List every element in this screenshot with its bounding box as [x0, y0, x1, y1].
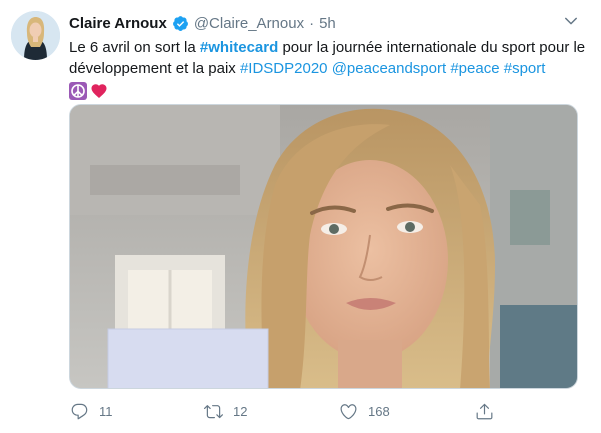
tweet-header: Claire Arnoux @Claire_Arnoux · 5h [69, 13, 336, 33]
hashtag-link[interactable]: #whitecard [200, 39, 278, 56]
tweet-media-photo[interactable] [69, 104, 578, 389]
hashtag-link[interactable]: #IDSDP2020 [240, 60, 328, 77]
reply-icon [71, 403, 88, 419]
share-button[interactable] [475, 400, 494, 422]
heart-outline-icon [340, 403, 357, 419]
tweet-timestamp[interactable]: 5h [319, 15, 336, 32]
retweet-button[interactable]: 12 [204, 400, 247, 422]
author-name[interactable]: Claire Arnoux [69, 15, 167, 32]
author-handle[interactable]: @Claire_Arnoux [194, 15, 304, 32]
retweet-count: 12 [233, 403, 248, 419]
retweet-icon [204, 404, 223, 418]
chevron-down-icon[interactable] [562, 12, 580, 30]
like-count: 168 [368, 403, 390, 419]
verified-badge-icon [172, 15, 189, 32]
hashtag-link[interactable]: #sport [504, 60, 546, 77]
reply-count: 11 [99, 403, 113, 419]
tweet-actions: 11 12 168 [70, 400, 510, 422]
photo-image [70, 105, 577, 388]
header-separator: · [309, 14, 315, 32]
tweet-text: Le 6 avril on sort la #whitecard pour la… [69, 37, 589, 101]
tweet-text-part: Le 6 avril on sort la [69, 39, 200, 56]
red-heart-icon [90, 82, 108, 100]
avatar[interactable] [11, 11, 60, 60]
emoji-row [69, 81, 589, 101]
avatar-image [11, 11, 60, 60]
like-button[interactable]: 168 [339, 400, 390, 422]
reply-button[interactable]: 11 [70, 400, 113, 422]
share-icon [476, 403, 493, 419]
hashtag-link[interactable]: #peace [450, 60, 499, 77]
peace-symbol-icon [69, 82, 87, 100]
mention-link[interactable]: @peaceandsport [332, 60, 446, 77]
tweet-card[interactable]: Claire Arnoux @Claire_Arnoux · 5h Le 6 a… [0, 0, 601, 433]
